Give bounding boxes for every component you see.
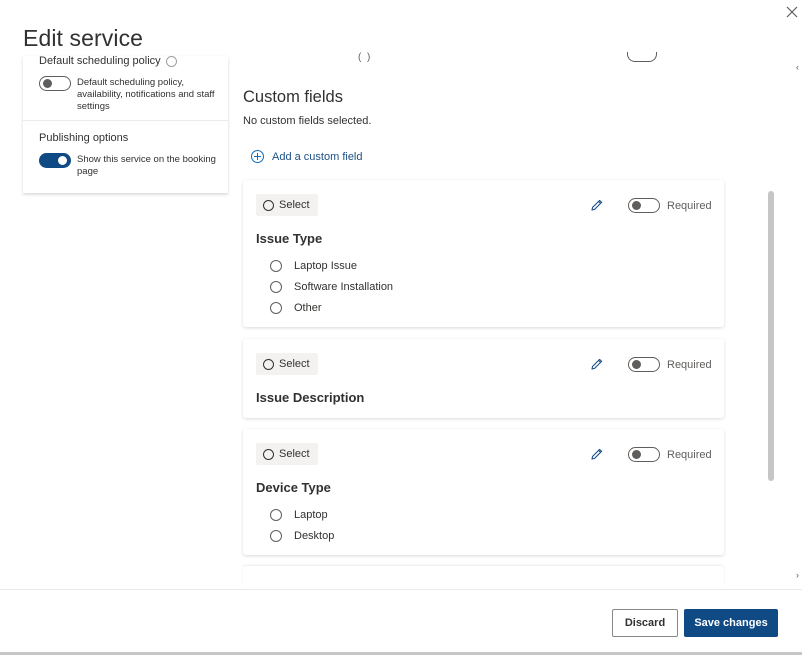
select-label: Select xyxy=(279,199,310,211)
add-custom-field-label: Add a custom field xyxy=(272,150,363,163)
radio-icon xyxy=(270,302,282,314)
scheduling-policy-heading-text: Default scheduling policy xyxy=(39,56,161,67)
required-label: Required xyxy=(667,449,712,461)
divider xyxy=(23,120,228,121)
scroll-up-caret-icon[interactable]: ‹ xyxy=(796,62,799,72)
close-icon[interactable] xyxy=(784,4,800,20)
scroll-down-caret-icon[interactable]: › xyxy=(796,570,799,580)
card-title: Issue Type xyxy=(256,231,323,246)
required-toggle[interactable] xyxy=(628,447,660,462)
add-circle-icon xyxy=(251,150,264,163)
discard-button[interactable]: Discard xyxy=(612,609,678,637)
footer-divider xyxy=(0,589,802,590)
required-toggle[interactable] xyxy=(628,357,660,372)
select-field-button[interactable]: Select xyxy=(256,194,318,216)
info-icon[interactable] xyxy=(165,56,177,67)
option-radio[interactable]: Laptop Issue xyxy=(270,260,357,272)
publishing-options-toggle[interactable] xyxy=(39,153,71,168)
edit-pencil-icon[interactable] xyxy=(590,447,604,461)
scrollbar-thumb[interactable] xyxy=(768,191,774,481)
scheduling-policy-description: Default scheduling policy, availability,… xyxy=(77,77,215,112)
select-field-button[interactable]: Select xyxy=(256,443,318,465)
option-label: Other xyxy=(294,302,322,314)
partial-text-top: () xyxy=(358,52,371,62)
option-label: Software Installation xyxy=(294,281,394,293)
option-label: Desktop xyxy=(294,530,335,542)
option-label: Laptop xyxy=(294,509,328,521)
no-custom-fields-text: No custom fields selected. xyxy=(243,115,372,127)
settings-panel: Default scheduling policy Default schedu… xyxy=(23,56,228,193)
custom-field-card-partial xyxy=(243,566,724,586)
scheduling-policy-heading: Default scheduling policy xyxy=(39,56,177,67)
radio-icon xyxy=(270,509,282,521)
option-radio[interactable]: Software Installation xyxy=(270,281,393,293)
option-radio[interactable]: Other xyxy=(270,302,322,314)
edit-pencil-icon[interactable] xyxy=(590,198,604,212)
page-title: Edit service xyxy=(23,25,144,51)
option-radio[interactable]: Laptop xyxy=(270,509,328,521)
radio-icon xyxy=(270,530,282,542)
radio-icon xyxy=(270,260,282,272)
edit-pencil-icon[interactable] xyxy=(590,357,604,371)
radio-icon xyxy=(263,448,274,460)
radio-icon xyxy=(270,281,282,293)
option-radio[interactable]: Desktop xyxy=(270,530,334,542)
custom-field-card-issue-description: Select Required Issue Description xyxy=(243,339,724,418)
card-title: Issue Description xyxy=(256,390,365,405)
card-title: Device Type xyxy=(256,480,331,495)
radio-icon xyxy=(263,358,274,370)
publishing-options-heading: Publishing options xyxy=(39,132,129,144)
publishing-options-description: Show this service on the booking page xyxy=(77,154,216,177)
save-changes-button[interactable]: Save changes xyxy=(684,609,778,637)
required-label: Required xyxy=(667,359,712,371)
option-label: Laptop Issue xyxy=(294,260,357,272)
required-toggle[interactable] xyxy=(628,198,660,213)
select-label: Select xyxy=(279,448,310,460)
required-label: Required xyxy=(667,200,712,212)
custom-field-card-device-type: Select Required Device Type Laptop Deskt… xyxy=(243,429,724,555)
add-custom-field-button[interactable]: Add a custom field xyxy=(251,150,363,163)
custom-field-card-issue-type: Select Required Issue Type Laptop Issue … xyxy=(243,180,724,327)
radio-icon xyxy=(263,199,274,211)
select-label: Select xyxy=(279,358,310,370)
partial-toggle-top[interactable] xyxy=(627,52,657,62)
custom-fields-title: Custom fields xyxy=(243,88,343,106)
select-field-button[interactable]: Select xyxy=(256,353,318,375)
scheduling-policy-toggle[interactable] xyxy=(39,76,71,91)
